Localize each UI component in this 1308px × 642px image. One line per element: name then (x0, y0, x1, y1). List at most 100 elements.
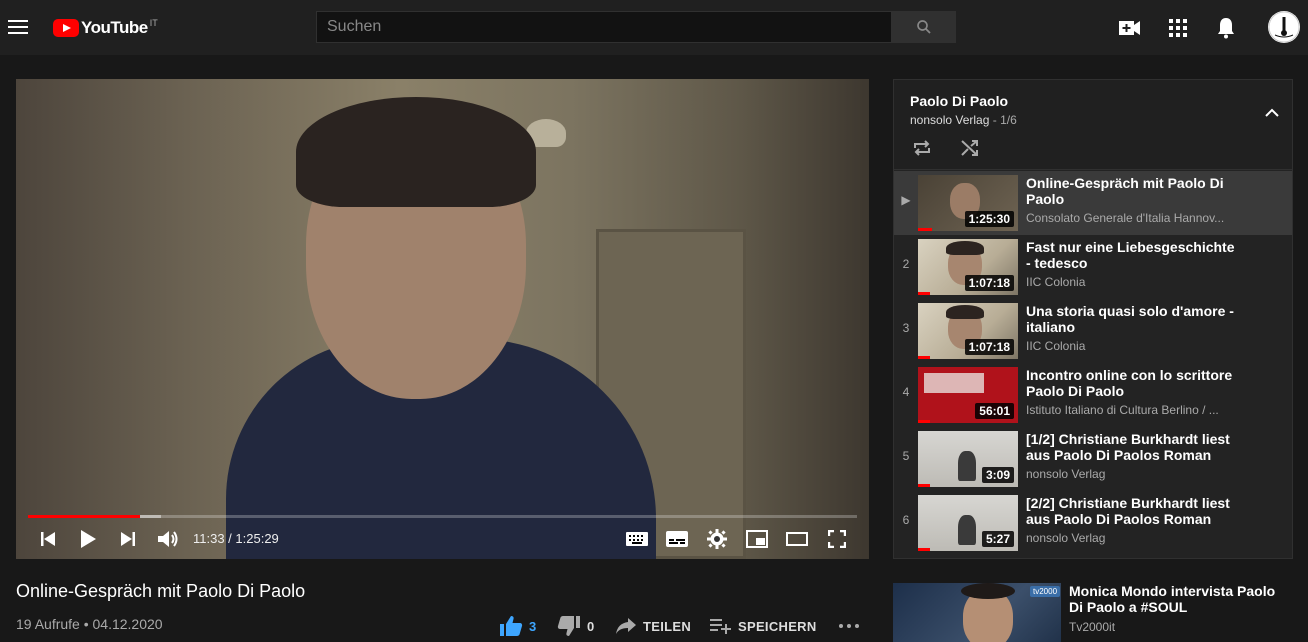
loop-playlist-button[interactable] (910, 136, 934, 160)
playlist-item-title[interactable]: Una storia quasi solo d'amore - italiano (1026, 303, 1240, 335)
playlist-item-index: 2 (902, 257, 910, 271)
playlist-item-channel: IIC Colonia (1026, 275, 1086, 289)
search-button[interactable] (891, 11, 956, 43)
keyboard-icon (626, 532, 648, 546)
logo-country-code: IT (149, 18, 158, 28)
playlist-item-text: Una storia quasi solo d'amore - italiano… (1026, 303, 1240, 353)
save-button[interactable]: SPEICHERN (710, 614, 817, 638)
playlist-item-thumbnail[interactable]: 1:07:18 (918, 303, 1018, 359)
previous-button[interactable] (36, 527, 60, 551)
playlist-item-text: Online-Gespräch mit Paolo Di Paolo Consol… (1026, 175, 1240, 225)
next-button[interactable] (116, 527, 140, 551)
play-button[interactable] (76, 527, 100, 551)
more-actions-button[interactable] (838, 614, 860, 638)
watched-progress-bar (918, 484, 930, 487)
subtitles-button[interactable] (665, 527, 689, 551)
playlist-item-index: 5 (902, 449, 910, 463)
skip-next-icon (121, 532, 135, 546)
playlist-position: - 1/6 (989, 113, 1017, 127)
avatar[interactable] (1268, 11, 1300, 43)
playlist-item-thumbnail[interactable]: 1:07:18 (918, 239, 1018, 295)
collapse-playlist-button[interactable] (1260, 100, 1284, 124)
playlist-item-channel: nonsolo Verlag (1026, 531, 1106, 545)
menu-icon[interactable] (8, 16, 28, 38)
keyboard-button[interactable] (625, 527, 649, 551)
apps-button[interactable] (1166, 16, 1190, 40)
playlist-item-index: 4 (902, 385, 910, 399)
playlist-item-text: Fast nur eine Liebesgeschichte - tedesco… (1026, 239, 1240, 289)
playlist-item-title[interactable]: Online-Gespräch mit Paolo Di Paolo (1026, 175, 1240, 207)
playlist-item-thumbnail[interactable]: 1:25:30 (918, 175, 1018, 231)
chevron-up-icon (1265, 108, 1279, 117)
shuffle-playlist-button[interactable] (958, 136, 982, 160)
playlist-header: Paolo Di Paolo nonsolo Verlag - 1/6 (894, 80, 1292, 170)
time-display: 11:33 / 1:25:29 (193, 531, 279, 546)
playlist-item-duration: 5:27 (981, 531, 1014, 547)
search-icon (916, 20, 931, 34)
video-person-hair (296, 97, 536, 207)
more-horizontal-icon (839, 624, 859, 628)
like-count: 3 (529, 618, 537, 634)
apps-grid-icon (1169, 19, 1187, 37)
logo-text: YouTube (81, 18, 148, 37)
playlist-item-thumbnail[interactable]: 56:01 (918, 367, 1018, 423)
playlist-item-index: 3 (902, 321, 910, 335)
miniplayer-button[interactable] (745, 527, 769, 551)
miniplayer-icon (746, 530, 768, 548)
playlist-add-icon (710, 619, 731, 634)
playlist-item-duration: 1:07:18 (964, 275, 1014, 291)
settings-button[interactable] (705, 527, 729, 551)
playlist-item-thumbnail[interactable]: 3:09 (918, 431, 1018, 487)
notifications-button[interactable] (1214, 16, 1238, 40)
search-input[interactable] (317, 12, 891, 42)
volume-icon (158, 531, 178, 547)
playlist-item-title[interactable]: Fast nur eine Liebesgeschichte - tedesco (1026, 239, 1240, 271)
playlist-title[interactable]: Paolo Di Paolo (910, 93, 1008, 109)
playlist-item-title[interactable]: Incontro online con lo scrittore Paolo D… (1026, 367, 1240, 399)
loop-icon (914, 140, 930, 156)
share-label: TEILEN (643, 618, 692, 634)
playlist-item-index: ▶ (901, 193, 911, 207)
played-bar (28, 515, 140, 518)
playlist-item-text: [2/2] Christiane Burkhardt liest aus Pao… (1026, 495, 1240, 545)
youtube-play-icon (53, 19, 79, 37)
like-button[interactable]: 3 (499, 614, 537, 638)
video-player[interactable]: 11:33 / 1:25:29 (16, 79, 869, 559)
playlist-item-channel: nonsolo Verlag (1026, 467, 1106, 481)
playlist-item-thumbnail[interactable]: 5:27 (918, 495, 1018, 551)
playlist-item-title[interactable]: [2/2] Christiane Burkhardt liest aus Pao… (1026, 495, 1240, 527)
youtube-logo[interactable]: YouTube IT (53, 16, 158, 40)
recommended-video-title[interactable]: Monica Mondo intervista Paolo Di Paolo a… (1069, 583, 1289, 615)
playlist-item[interactable]: 2 1:07:18 Fast nur eine Liebesgeschichte -… (894, 235, 1292, 299)
seek-bar[interactable] (28, 515, 857, 518)
theater-mode-button[interactable] (785, 527, 809, 551)
recommended-video-channel[interactable]: Tv2000it (1069, 620, 1115, 634)
theater-mode-icon (786, 532, 808, 546)
save-label: SPEICHERN (738, 618, 817, 634)
dislike-button[interactable]: 0 (557, 614, 595, 638)
playlist-item[interactable]: 3 1:07:18 Una storia quasi solo d'amore - … (894, 299, 1292, 363)
playlist-item-duration: 3:09 (981, 467, 1014, 483)
avatar-logo-icon (1268, 11, 1300, 43)
gear-icon (707, 529, 727, 549)
playlist-owner[interactable]: nonsolo Verlag (910, 113, 989, 127)
top-bar: YouTube IT (0, 0, 1308, 55)
playlist-item-duration: 56:01 (975, 403, 1014, 419)
volume-button[interactable] (156, 527, 180, 551)
playlist-item-text: Incontro online con lo scrittore Paolo D… (1026, 367, 1240, 417)
view-count-and-date: 19 Aufrufe • 04.12.2020 (16, 616, 163, 632)
playlist-item[interactable]: 5 3:09 [1/2] Christiane Burkhardt liest au… (894, 427, 1292, 491)
playlist-item-title[interactable]: [1/2] Christiane Burkhardt liest aus Pao… (1026, 431, 1240, 463)
video-camera-add-icon (1119, 21, 1140, 35)
share-button[interactable]: TEILEN (615, 614, 691, 638)
playlist-item[interactable]: 4 56:01 Incontro online con lo scrittore P… (894, 363, 1292, 427)
fullscreen-button[interactable] (825, 527, 849, 551)
create-video-button[interactable] (1118, 16, 1142, 40)
playlist-panel: Paolo Di Paolo nonsolo Verlag - 1/6 ▶ 1:2… (893, 79, 1293, 559)
watched-progress-bar (918, 292, 930, 295)
playlist-item[interactable]: 6 5:27 [2/2] Christiane Burkhardt liest au… (894, 491, 1292, 555)
playlist-item-text: [1/2] Christiane Burkhardt liest aus Pao… (1026, 431, 1240, 481)
playlist-item[interactable]: ▶ 1:25:30 Online-Gespräch mit Paolo Di Pao… (894, 171, 1292, 235)
watched-progress-bar (918, 548, 930, 551)
playlist-item-index: 6 (902, 513, 910, 527)
